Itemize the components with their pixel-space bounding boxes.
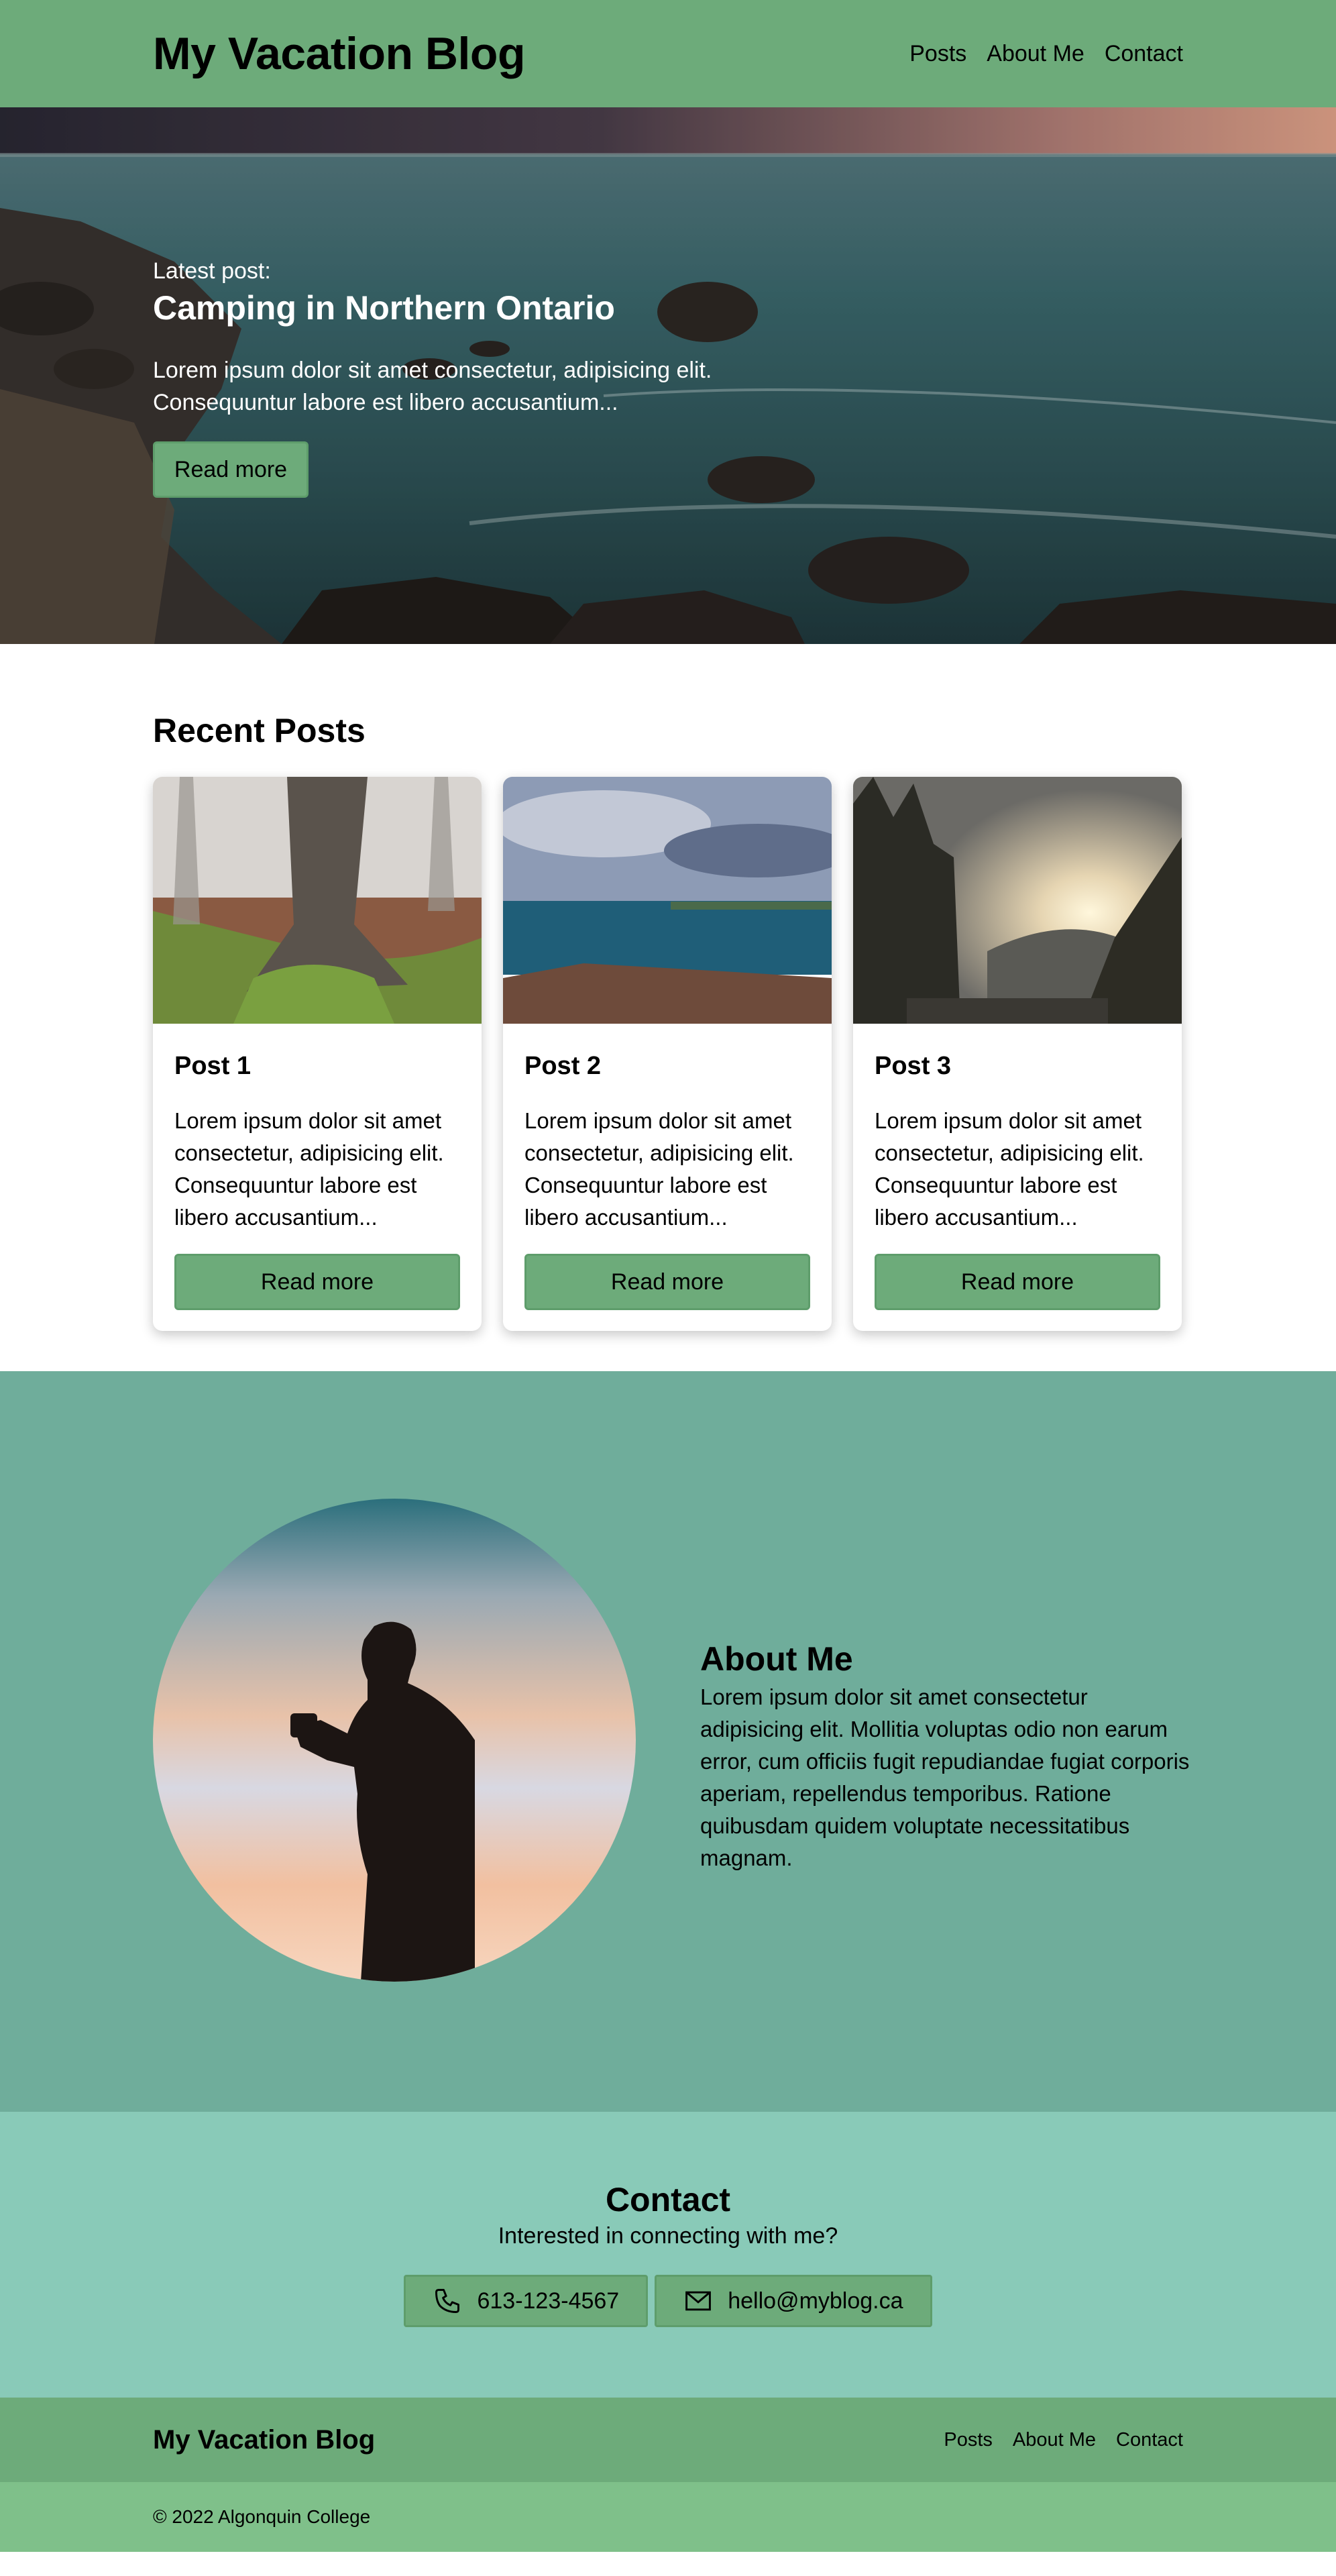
- email-button[interactable]: hello@myblog.ca: [655, 2275, 932, 2327]
- hero-banner: Latest post: Camping in Northern Ontario…: [0, 107, 1336, 644]
- site-header: My Vacation Blog Posts About Me Contact: [0, 0, 1336, 107]
- hero-read-more-button[interactable]: Read more: [153, 441, 309, 498]
- footer-link-posts[interactable]: Posts: [944, 2429, 993, 2451]
- post-excerpt: Lorem ipsum dolor sit amet consectetur, …: [174, 1108, 444, 1230]
- hero-kicker: Latest post:: [153, 258, 271, 284]
- nav-link-contact[interactable]: Contact: [1105, 41, 1183, 67]
- main-nav: Posts About Me Contact: [909, 41, 1183, 67]
- footer-bottom: © 2022 Algonquin College: [0, 2482, 1336, 2552]
- post-read-more-button[interactable]: Read more: [174, 1254, 460, 1310]
- nav-link-posts[interactable]: Posts: [909, 41, 966, 67]
- recent-posts-section: Recent Posts Post 1 Lorem ipsum dolor si…: [0, 644, 1336, 1371]
- about-photo: [153, 1499, 636, 1982]
- post-title[interactable]: Post 3: [875, 1052, 1160, 1081]
- footer-top: My Vacation Blog Posts About Me Contact: [0, 2398, 1336, 2482]
- footer-brand[interactable]: My Vacation Blog: [153, 2425, 375, 2455]
- site-brand[interactable]: My Vacation Blog: [153, 28, 526, 80]
- post-excerpt: Lorem ipsum dolor sit amet consectetur, …: [524, 1108, 794, 1230]
- copyright-text: © 2022 Algonquin College: [153, 2506, 371, 2527]
- contact-section: Contact Interested in connecting with me…: [0, 2112, 1336, 2398]
- footer-link-contact[interactable]: Contact: [1116, 2429, 1183, 2451]
- post-card: Post 3 Lorem ipsum dolor sit amet consec…: [853, 777, 1182, 1331]
- post-read-more-button[interactable]: Read more: [524, 1254, 810, 1310]
- email-address: hello@myblog.ca: [728, 2288, 903, 2314]
- about-section: About Me Lorem ipsum dolor sit amet cons…: [0, 1371, 1336, 2112]
- post-card-list: Post 1 Lorem ipsum dolor sit amet consec…: [153, 777, 1183, 1331]
- contact-subtitle: Interested in connecting with me?: [498, 2223, 838, 2249]
- footer-nav: Posts About Me Contact: [944, 2429, 1183, 2451]
- post-2-image[interactable]: [503, 777, 832, 1024]
- phone-icon: [435, 2289, 460, 2313]
- post-title[interactable]: Post 2: [524, 1052, 810, 1081]
- hero-excerpt: Lorem ipsum dolor sit amet consectetur, …: [153, 358, 712, 415]
- about-text-block: About Me Lorem ipsum dolor sit amet cons…: [700, 1640, 1196, 1874]
- hero-title[interactable]: Camping in Northern Ontario: [153, 288, 757, 327]
- post-card: Post 2 Lorem ipsum dolor sit amet consec…: [503, 777, 832, 1331]
- post-excerpt: Lorem ipsum dolor sit amet consectetur, …: [875, 1108, 1144, 1230]
- phone-number: 613-123-4567: [477, 2288, 620, 2314]
- about-body: Lorem ipsum dolor sit amet consectetur a…: [700, 1684, 1190, 1870]
- post-read-more-button[interactable]: Read more: [875, 1254, 1160, 1310]
- about-title: About Me: [700, 1640, 853, 1678]
- post-card: Post 1 Lorem ipsum dolor sit amet consec…: [153, 777, 482, 1331]
- recent-posts-title: Recent Posts: [153, 712, 366, 749]
- nav-link-about[interactable]: About Me: [987, 41, 1084, 67]
- hero-content: Latest post: Camping in Northern Ontario…: [153, 258, 757, 498]
- post-3-image[interactable]: [853, 777, 1182, 1024]
- footer-link-about[interactable]: About Me: [1013, 2429, 1096, 2451]
- post-1-image[interactable]: [153, 777, 482, 1024]
- post-title[interactable]: Post 1: [174, 1052, 460, 1081]
- phone-button[interactable]: 613-123-4567: [404, 2275, 649, 2327]
- contact-buttons: 613-123-4567 hello@myblog.ca: [0, 2275, 1336, 2327]
- site-footer: My Vacation Blog Posts About Me Contact …: [0, 2398, 1336, 2552]
- contact-title: Contact: [605, 2181, 731, 2218]
- mail-icon: [685, 2291, 712, 2311]
